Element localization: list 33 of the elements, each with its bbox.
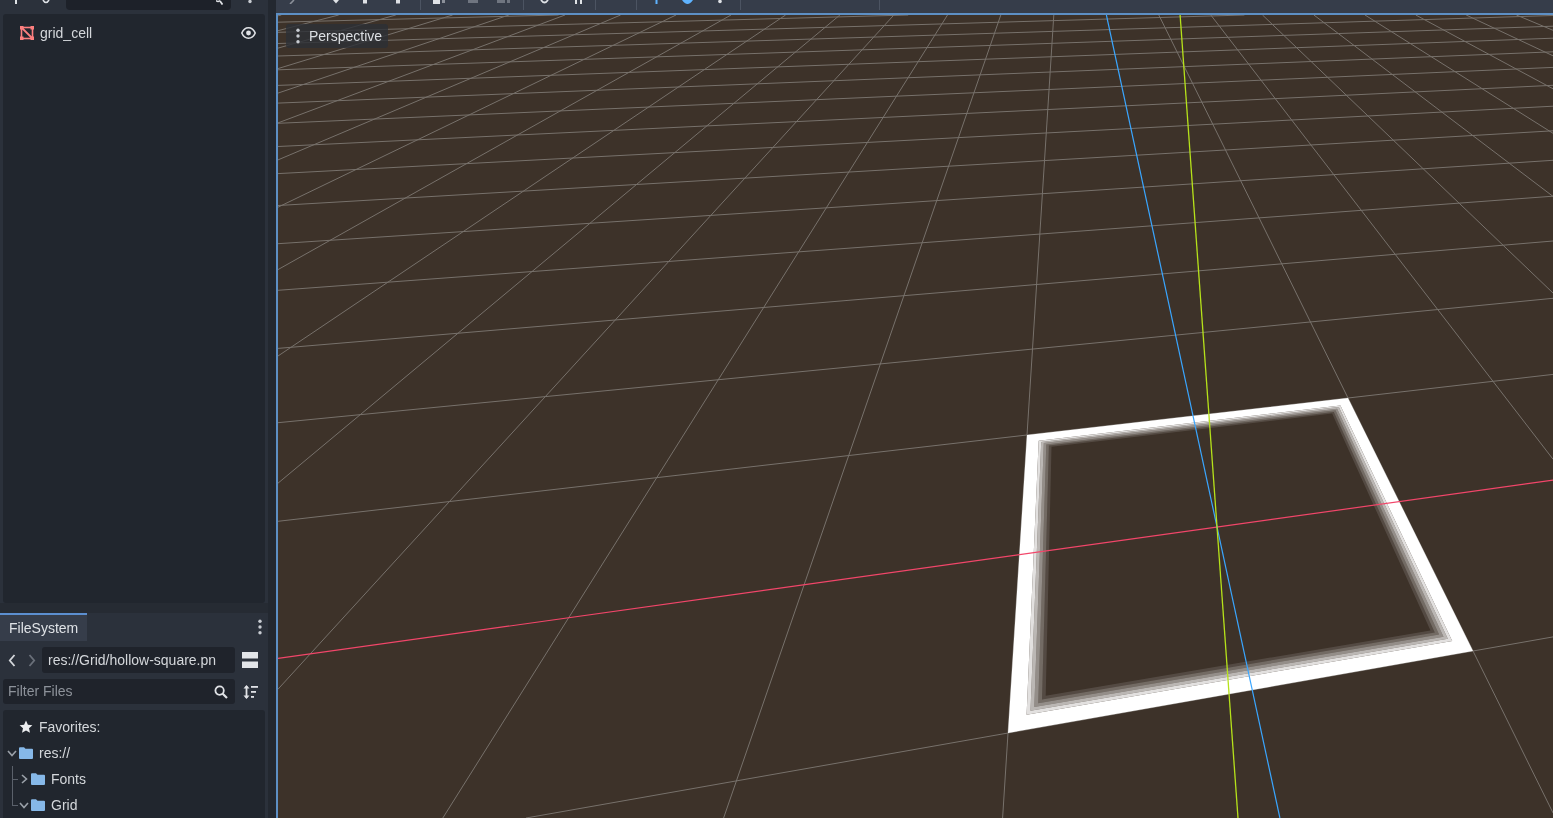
filter-field[interactable] <box>66 0 231 10</box>
cropped-tool-icon[interactable] <box>433 0 446 4</box>
folder-icon <box>31 799 45 811</box>
split-layout-icon[interactable] <box>242 652 258 668</box>
cropped-tool-icon[interactable] <box>682 0 693 5</box>
chevron-down-icon[interactable] <box>7 749 17 757</box>
scene-node-label[interactable]: grid_cell <box>40 22 93 44</box>
chevron-down-icon[interactable] <box>19 801 29 809</box>
cropped-tool-icon[interactable] <box>395 0 401 4</box>
search-icon <box>214 684 228 699</box>
chevron-right-icon[interactable] <box>20 774 28 784</box>
cropped-tool-icon[interactable] <box>333 0 339 4</box>
star-icon <box>19 720 33 734</box>
filter-field[interactable]: Filter Files <box>3 679 235 704</box>
visibility-eye-icon[interactable] <box>241 27 256 39</box>
cropped-tool-icon[interactable] <box>574 0 583 4</box>
kebab-menu-icon[interactable] <box>258 619 262 635</box>
folder-icon <box>19 747 33 759</box>
crossed-square-icon <box>20 26 34 40</box>
kebab-menu-icon <box>296 28 300 44</box>
path-field[interactable]: res://Grid/hollow-square.pn <box>42 647 235 673</box>
cropped-tool-icon[interactable] <box>718 0 722 4</box>
kebab-menu-icon[interactable] <box>248 0 252 4</box>
dock-tab[interactable]: FileSystem <box>0 613 88 641</box>
view-menu-button[interactable]: Perspective <box>286 24 389 48</box>
tree-item-label[interactable]: Grid <box>51 794 78 816</box>
tree-item-label[interactable]: res:// <box>39 742 71 764</box>
search-icon <box>216 0 223 5</box>
tree-item-label[interactable]: Favorites: <box>39 716 101 738</box>
tree-item-label[interactable]: Fonts <box>51 768 86 790</box>
folder-icon <box>31 773 45 785</box>
sort-icon[interactable] <box>243 683 258 700</box>
cropped-tool-icon[interactable] <box>362 0 368 4</box>
